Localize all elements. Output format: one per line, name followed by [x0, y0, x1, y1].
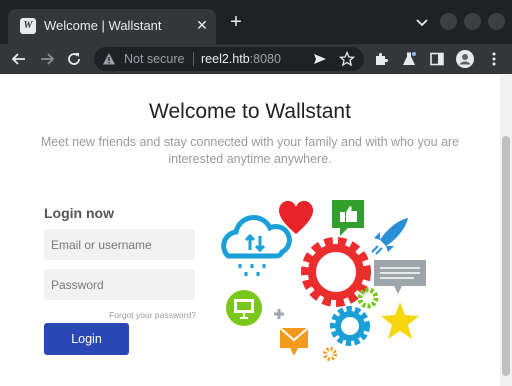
page-title: Welcome to Wallstant [149, 100, 351, 123]
send-icon[interactable] [312, 51, 328, 67]
browser-toolbar: Not secure reel2.htb:8080 [0, 44, 512, 74]
bookmark-star-icon[interactable] [339, 51, 355, 67]
social-illustration [221, 200, 426, 361]
browser-tab[interactable]: W Welcome | Wallstant ✕ [8, 9, 216, 44]
forgot-password-link[interactable]: Forgot your password? [96, 310, 196, 320]
scrollbar-thumb[interactable] [502, 136, 510, 376]
wallstant-favicon-icon: W [20, 18, 36, 34]
page-subtitle: Meet new friends and stay connected with… [40, 135, 460, 166]
maximize-button[interactable] [464, 13, 481, 30]
thumbs-up-icon [332, 200, 364, 236]
rocket-icon [371, 218, 408, 255]
small-gear-icon [357, 287, 379, 309]
menu-kebab-icon[interactable] [486, 51, 502, 67]
message-card-icon [374, 260, 426, 294]
back-arrow-icon[interactable] [11, 51, 27, 67]
monitor-icon [226, 290, 262, 326]
minimize-button[interactable] [440, 13, 457, 30]
new-tab-button[interactable]: + [227, 12, 245, 32]
profile-avatar-icon[interactable] [456, 50, 474, 68]
omnibox-divider [193, 52, 194, 66]
url-host: reel2.htb [201, 52, 250, 66]
tab-strip: W Welcome | Wallstant ✕ + [0, 0, 512, 44]
page-content: Welcome to Wallstant Meet new friends an… [0, 74, 500, 386]
plus-icon [274, 309, 284, 319]
password-input[interactable] [44, 269, 195, 300]
login-button[interactable]: Login [44, 323, 129, 355]
close-tab-icon[interactable]: ✕ [194, 17, 210, 33]
star-icon [381, 302, 419, 339]
small-orange-gear-icon [323, 347, 337, 361]
tab-title: Welcome | Wallstant [44, 18, 162, 33]
reload-icon[interactable] [66, 51, 82, 67]
page-scrollbar[interactable] [500, 74, 512, 386]
url-text[interactable]: reel2.htb:8080 [201, 52, 281, 66]
close-window-button[interactable] [488, 13, 505, 30]
url-port: :8080 [249, 52, 281, 66]
login-heading: Login now [44, 205, 114, 221]
side-panel-icon[interactable] [429, 51, 445, 67]
blue-gear-icon [330, 306, 370, 346]
forward-arrow-icon[interactable] [39, 51, 55, 67]
gear-icon [301, 237, 371, 307]
tab-search-chevron-icon[interactable] [414, 14, 430, 30]
not-secure-label[interactable]: Not secure [124, 52, 184, 66]
lab-flask-icon[interactable] [401, 51, 417, 67]
extensions-puzzle-icon[interactable] [373, 51, 389, 67]
warning-icon[interactable] [102, 52, 116, 66]
cloud-sync-icon [221, 215, 292, 276]
username-input[interactable] [44, 229, 195, 260]
mail-icon [279, 327, 309, 356]
